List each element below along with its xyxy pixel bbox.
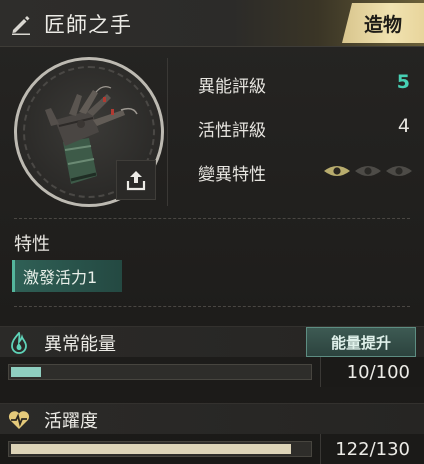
stat-label-activity: 活性評級	[198, 121, 266, 141]
share-icon	[126, 171, 146, 191]
share-button[interactable]	[116, 160, 156, 200]
flame-icon	[6, 331, 32, 355]
portrait-divider	[167, 58, 168, 206]
category-badge: 造物	[342, 3, 424, 43]
energy-title: 異常能量	[44, 334, 116, 355]
pencil-icon[interactable]	[10, 13, 32, 35]
trait-chip[interactable]: 激發活力1	[12, 260, 122, 292]
heart-pulse-icon	[6, 408, 32, 432]
eye-icon-inactive	[355, 166, 381, 176]
activity-progress-fill	[11, 444, 291, 454]
stat-label-mutation: 變異特性	[198, 165, 266, 185]
item-detail-panel: 匠師之手 造物 異能評級 5 活性評級 4 變異特性 特性 激發活力1 異常能量…	[0, 0, 424, 464]
activity-progress-bar	[8, 441, 312, 457]
stat-value-ability: 5	[396, 71, 410, 93]
item-header: 匠師之手 造物	[0, 0, 424, 47]
activity-title: 活躍度	[44, 411, 98, 432]
section-divider	[14, 306, 410, 307]
item-name: 匠師之手	[44, 13, 132, 37]
section-divider	[14, 218, 410, 219]
activity-header: 活躍度	[0, 403, 424, 434]
stat-value-activity: 4	[397, 115, 410, 137]
stat-label-ability: 異能評級	[198, 77, 266, 97]
eye-icon-inactive	[386, 166, 412, 176]
traits-title: 特性	[14, 234, 50, 255]
energy-value: 10/100	[320, 357, 424, 387]
energy-progress-fill	[11, 367, 41, 377]
energy-progress-bar	[8, 364, 312, 380]
energy-boost-button[interactable]: 能量提升	[306, 327, 416, 357]
activity-value: 122/130	[320, 434, 424, 464]
mutation-eyes	[323, 164, 413, 178]
eye-icon-active	[324, 166, 350, 176]
